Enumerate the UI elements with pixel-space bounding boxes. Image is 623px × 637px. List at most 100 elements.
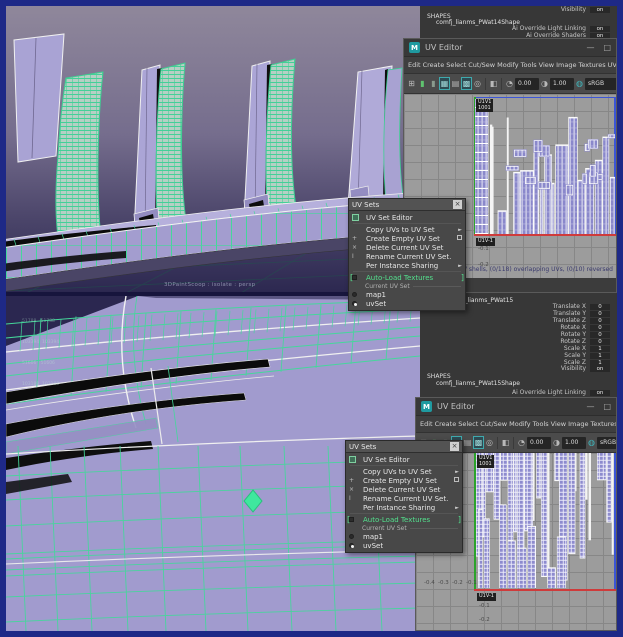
menu-item-uvset[interactable]: uvSet: [349, 299, 465, 308]
pixel-snap-icon[interactable]: ▩: [461, 77, 472, 90]
option-box-icon[interactable]: [457, 235, 462, 240]
shapes-section-label[interactable]: SHAPES: [420, 373, 617, 380]
menu-item-per-instance-sharing[interactable]: Per Instance Sharing►: [349, 261, 465, 270]
delete-uv-set-icon: ×: [349, 486, 363, 493]
menu-edit[interactable]: Edit: [419, 420, 434, 428]
attr-value[interactable]: 0: [590, 332, 610, 338]
menu-create[interactable]: Create: [422, 61, 446, 69]
colorspace-select[interactable]: sRGB gamma: [597, 437, 616, 449]
attr-value[interactable]: on: [590, 366, 610, 372]
target-icon[interactable]: ◎: [472, 77, 483, 90]
image-display-icon[interactable]: ◧: [500, 436, 511, 449]
menu-item-copy-uvs[interactable]: Copy UVs to UV Set►: [349, 225, 465, 234]
option-box-icon[interactable]: [454, 477, 459, 482]
menu-item-map1[interactable]: map1: [346, 532, 462, 541]
attr-value[interactable]: on: [590, 26, 610, 32]
image-display-icon[interactable]: ◧: [488, 77, 499, 90]
menu-select[interactable]: Select: [457, 420, 479, 428]
create-uv-set-icon: +: [349, 477, 363, 484]
maximize-icon[interactable]: □: [603, 402, 611, 411]
attr-value[interactable]: 0: [590, 304, 610, 310]
menu-create[interactable]: Create: [434, 420, 458, 428]
minimize-icon[interactable]: —: [586, 43, 594, 52]
menu-item-rename-current-uv-set[interactable]: IRename Current UV Set...: [346, 494, 462, 503]
menu-modify[interactable]: Modify: [508, 420, 532, 428]
checkbox-icon[interactable]: [349, 517, 354, 522]
attr-label: Visibility: [561, 7, 586, 13]
menu-tools[interactable]: Tools: [520, 61, 538, 69]
checkbox-icon[interactable]: [352, 275, 357, 280]
title-bar[interactable]: M UV Editor — □: [404, 39, 616, 57]
bars-dim-icon[interactable]: ▮: [428, 77, 439, 90]
uv-shells[interactable]: [475, 99, 615, 234]
grid-on-icon[interactable]: ▦: [439, 77, 450, 90]
colorspace-icon[interactable]: ◍: [574, 77, 585, 90]
attr-value[interactable]: 1: [590, 353, 610, 359]
menu-uv-sets[interactable]: UV Sets: [607, 61, 616, 69]
attr-value[interactable]: 0: [590, 311, 610, 317]
grid-off-icon[interactable]: ▤: [450, 77, 461, 90]
udim-tile-label: U1V11001: [477, 455, 494, 468]
attr-value[interactable]: 0: [590, 339, 610, 345]
menu-view[interactable]: View: [550, 420, 567, 428]
menu-item-uv-set-editor[interactable]: UV Set Editor: [349, 213, 465, 222]
minimize-icon[interactable]: —: [586, 402, 594, 411]
gamma-icon[interactable]: ◑: [551, 436, 562, 449]
exposure-field[interactable]: 0.00: [527, 437, 551, 449]
uv-sets-menu-header[interactable]: UV Sets ×: [349, 199, 465, 211]
menu-item-create-empty-uv-set[interactable]: +Create Empty UV Set: [346, 476, 462, 485]
menu-item-uv-set-editor[interactable]: UV Set Editor: [346, 455, 462, 464]
uv-transform-icon[interactable]: ⊞: [406, 77, 417, 90]
shell-bars-icon[interactable]: ▮: [417, 77, 428, 90]
gamma-icon[interactable]: ◑: [539, 77, 550, 90]
exposure-icon[interactable]: ◔: [516, 436, 527, 449]
menu-view[interactable]: View: [538, 61, 555, 69]
menu-item-uvset[interactable]: uvSet: [346, 541, 462, 550]
attr-value[interactable]: 0: [590, 318, 610, 324]
menu-edit[interactable]: Edit: [407, 61, 422, 69]
target-icon[interactable]: ◎: [484, 436, 495, 449]
menu-tools[interactable]: Tools: [532, 420, 550, 428]
menu-cutsew[interactable]: Cut/Sew: [467, 61, 496, 69]
exposure-icon[interactable]: ◔: [504, 77, 515, 90]
menu-cutsew[interactable]: Cut/Sew: [479, 420, 508, 428]
radio-icon[interactable]: [349, 534, 354, 539]
uv-shells[interactable]: [476, 453, 614, 588]
attr-value[interactable]: 1: [590, 360, 610, 366]
menu-item-copy-uvs[interactable]: Copy UVs to UV Set►: [346, 467, 462, 476]
gamma-field[interactable]: 1.00: [562, 437, 586, 449]
attr-value[interactable]: on: [590, 7, 610, 13]
close-icon[interactable]: ×: [453, 200, 462, 209]
radio-selected-icon[interactable]: [349, 543, 354, 548]
menu-item-map1[interactable]: map1: [349, 290, 465, 299]
menu-item-rename-current-uv-set[interactable]: IRename Current UV Set...: [349, 252, 465, 261]
radio-selected-icon[interactable]: [352, 301, 357, 306]
close-icon[interactable]: ×: [450, 442, 459, 451]
maximize-icon[interactable]: □: [603, 43, 611, 52]
exposure-field[interactable]: 0.00: [515, 78, 539, 90]
colorspace-select[interactable]: sRGB gamma: [585, 78, 616, 90]
attr-value[interactable]: 0: [590, 325, 610, 331]
menu-item-delete-current-uv-set[interactable]: ×Delete Current UV Set: [346, 485, 462, 494]
menu-textures[interactable]: Textures: [589, 420, 616, 428]
menu-image[interactable]: Image: [555, 61, 577, 69]
gamma-field[interactable]: 1.00: [550, 78, 574, 90]
uv-sets-menu-header[interactable]: UV Sets ×: [346, 441, 462, 453]
menu-modify[interactable]: Modify: [496, 61, 520, 69]
menu-item-per-instance-sharing[interactable]: Per Instance Sharing►: [346, 503, 462, 512]
attr-value[interactable]: 1: [590, 346, 610, 352]
grid-off-icon[interactable]: ▤: [462, 436, 473, 449]
menu-textures[interactable]: Textures: [577, 61, 606, 69]
title-bar[interactable]: M UV Editor — □: [416, 398, 616, 416]
radio-icon[interactable]: [352, 292, 357, 297]
menu-image[interactable]: Image: [567, 420, 589, 428]
menu-select[interactable]: Select: [445, 61, 467, 69]
menu-item-create-empty-uv-set[interactable]: +Create Empty UV Set: [349, 234, 465, 243]
menu-item-auto-load-textures[interactable]: Auto-Load Textures: [349, 273, 465, 282]
shape-node-name[interactable]: comfj_lianms_PWat15Shape: [420, 380, 617, 387]
pixel-snap-icon[interactable]: ▩: [473, 436, 484, 449]
colorspace-icon[interactable]: ◍: [586, 436, 597, 449]
menu-item-delete-current-uv-set[interactable]: ×Delete Current UV Set: [349, 243, 465, 252]
menu-item-auto-load-textures[interactable]: Auto-Load Textures: [346, 515, 462, 524]
attr-value[interactable]: on: [590, 390, 610, 396]
